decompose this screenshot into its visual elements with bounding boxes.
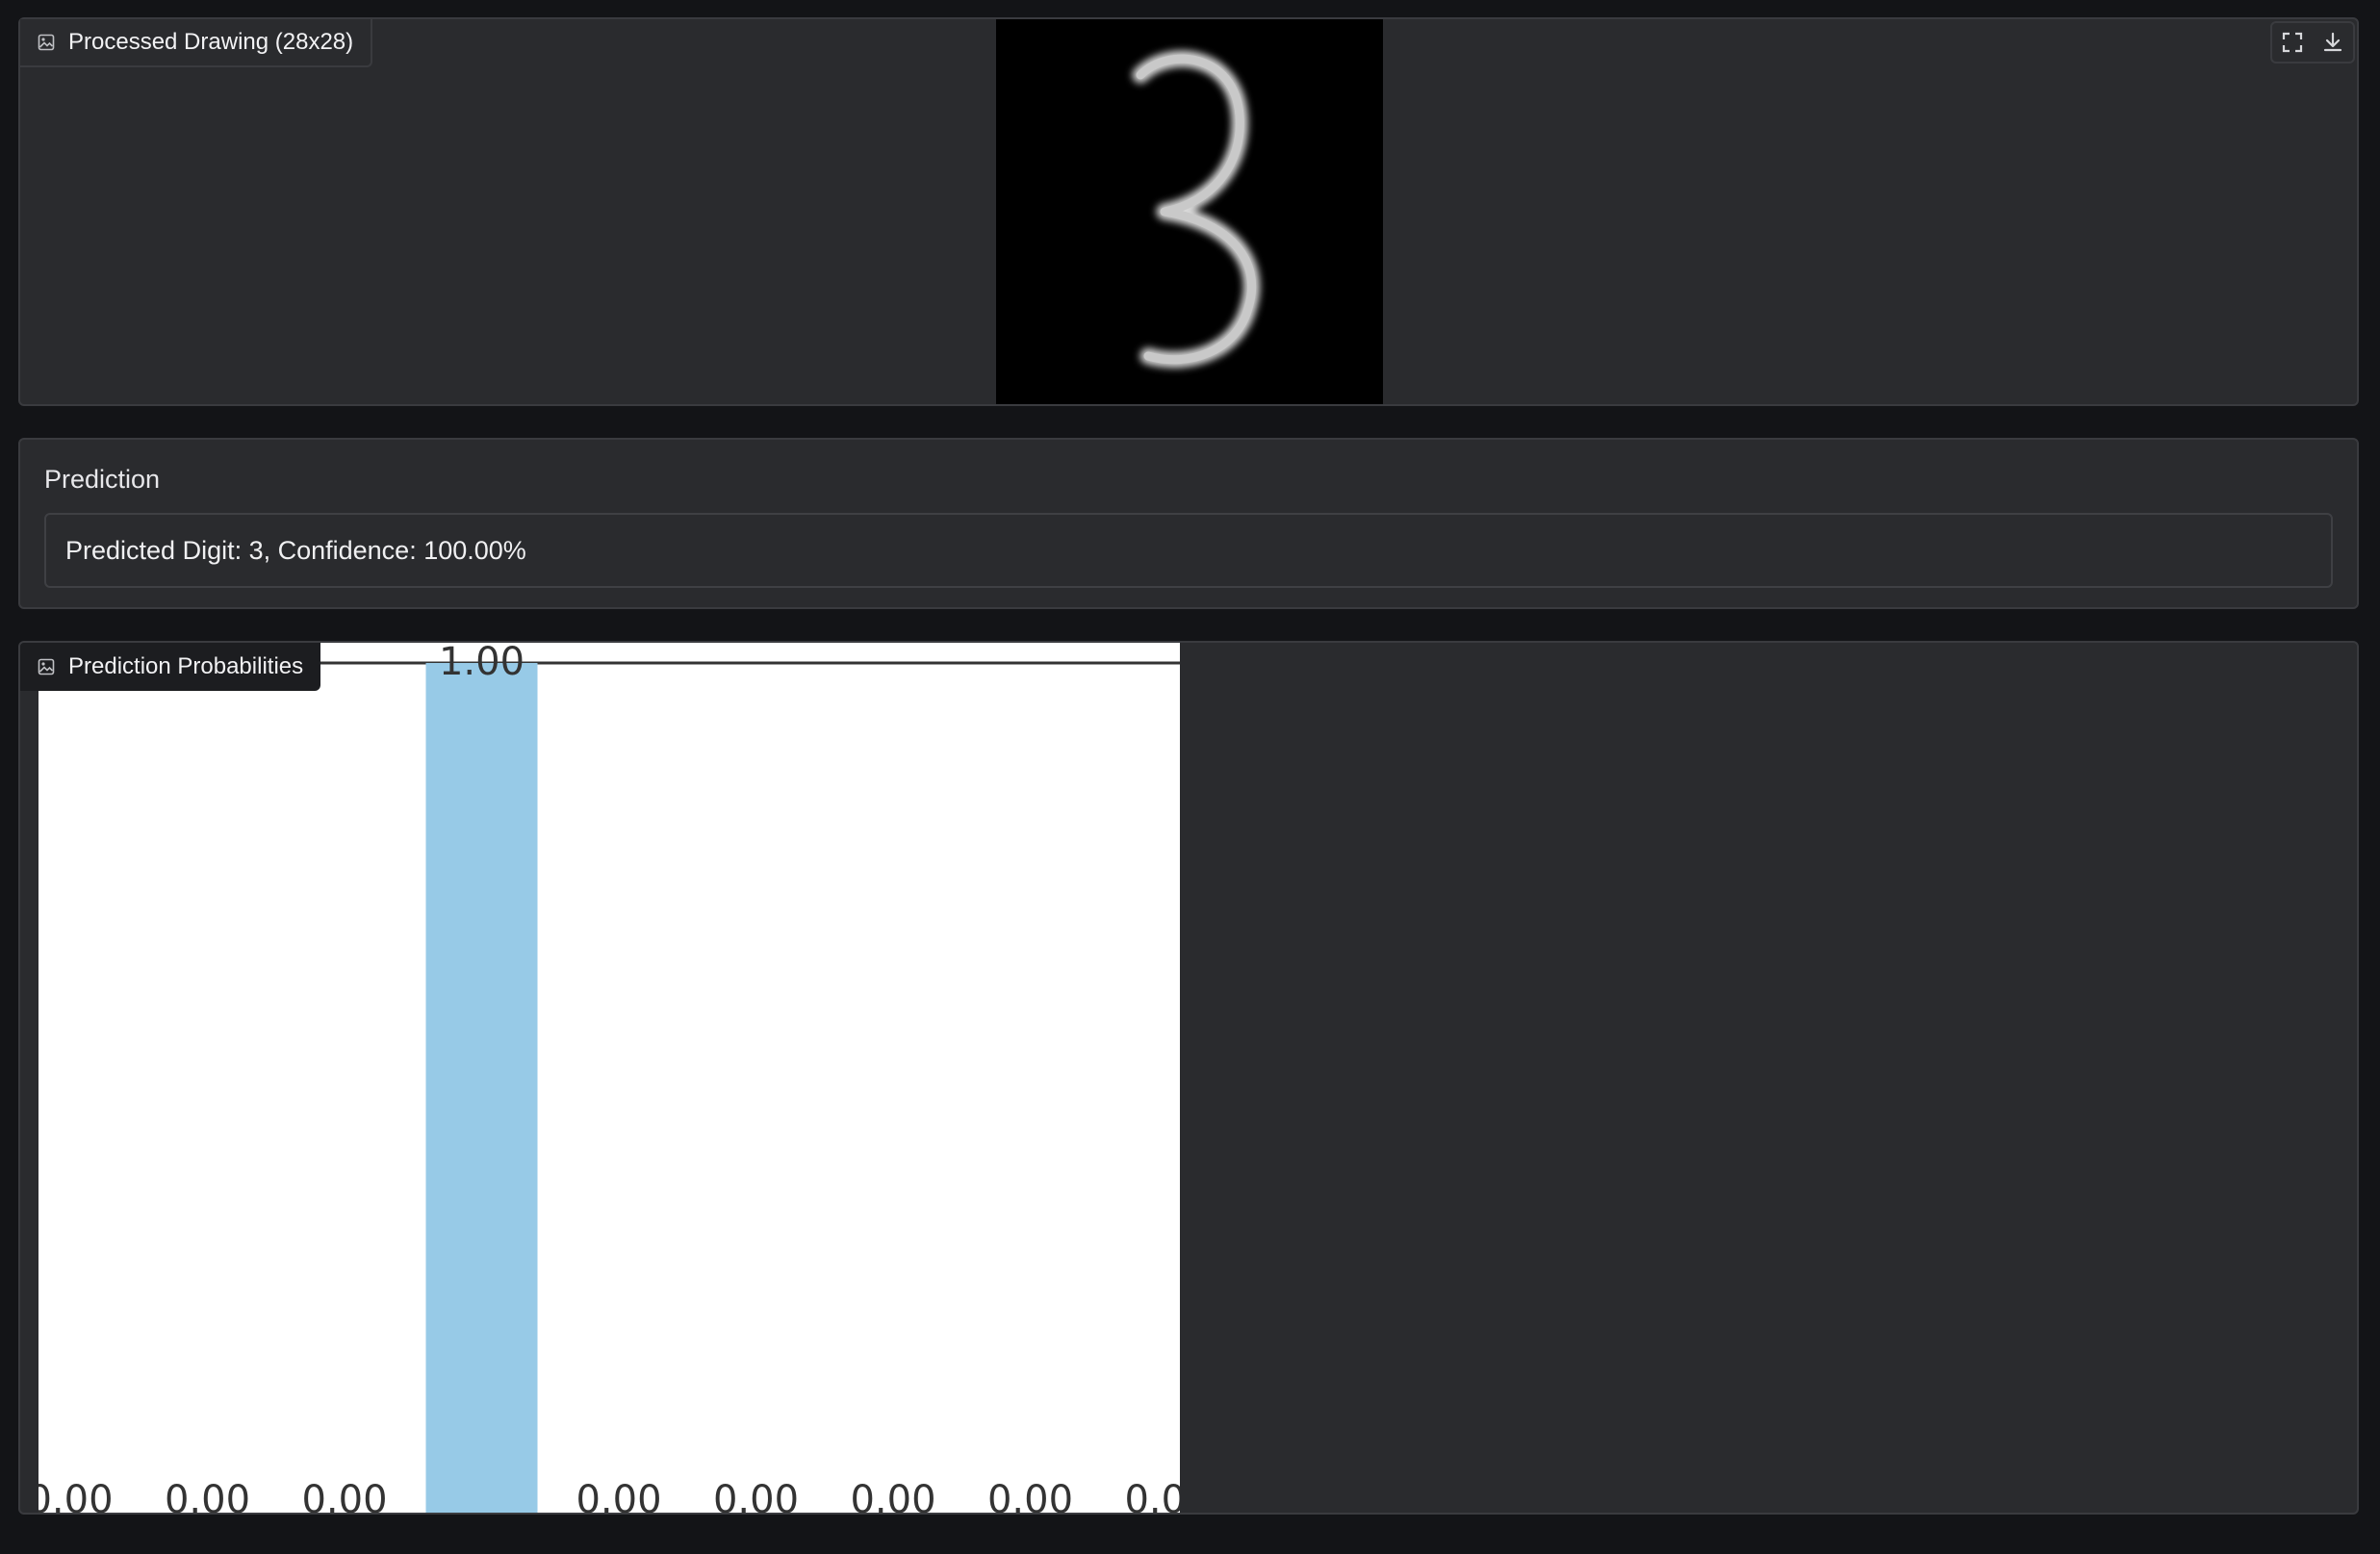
- prediction-label: Prediction: [44, 465, 161, 494]
- probabilities-chart-svg: 0.00 0.00 0.00 1.00 0.00 0.00 0.00 0.00 0.00: [38, 643, 1180, 1515]
- chart-data-label-7: 0.00: [987, 1478, 1073, 1515]
- download-icon: [2323, 32, 2342, 52]
- chart-data-label-2: 0.00: [301, 1478, 387, 1515]
- chart-data-label-6: 0.00: [850, 1478, 935, 1515]
- chart-data-label-3: 1.00: [439, 643, 525, 684]
- prediction-panel: Prediction Predicted Digit: 3, Confidenc…: [18, 438, 2359, 609]
- prediction-probabilities-label-text: Prediction Probabilities: [68, 653, 304, 679]
- image-icon: [38, 34, 55, 51]
- fullscreen-icon: [2282, 32, 2303, 53]
- chart-data-label-5: 0.00: [713, 1478, 799, 1515]
- image-toolbar: [2270, 21, 2355, 64]
- probabilities-chart: 0.00 0.00 0.00 1.00 0.00 0.00 0.00 0.00 0.00: [38, 643, 1180, 1515]
- processed-drawing-label-text: Processed Drawing (28x28): [68, 29, 354, 55]
- chart-data-label-8: 0.00: [1124, 1478, 1180, 1515]
- chart-data-label-1: 0.00: [165, 1478, 250, 1515]
- prediction-probabilities-panel: 0.00 0.00 0.00 1.00 0.00 0.00 0.00 0.00 0.00 Pre…: [18, 641, 2359, 1515]
- fullscreen-button[interactable]: [2272, 23, 2313, 62]
- digit-three-drawing: [1132, 50, 1261, 369]
- chart-bar-3: [425, 663, 538, 1513]
- processed-drawing-panel: Processed Drawing (28x28): [18, 17, 2359, 406]
- image-icon: [38, 658, 55, 675]
- processed-drawing-image: [996, 19, 1383, 404]
- chart-data-label-0: 0.00: [38, 1478, 114, 1515]
- prediction-output-text: Predicted Digit: 3, Confidence: 100.00%: [65, 535, 526, 565]
- prediction-probabilities-label: Prediction Probabilities: [20, 643, 321, 691]
- download-button[interactable]: [2313, 23, 2353, 62]
- prediction-output-field[interactable]: Predicted Digit: 3, Confidence: 100.00%: [44, 513, 2333, 588]
- processed-drawing-label: Processed Drawing (28x28): [20, 19, 373, 67]
- chart-data-label-4: 0.00: [576, 1478, 661, 1515]
